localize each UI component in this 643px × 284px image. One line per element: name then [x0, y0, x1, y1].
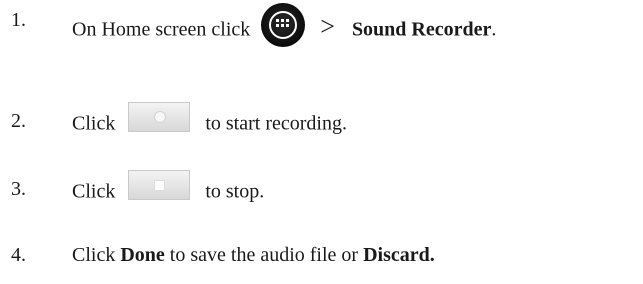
step-number: 1. [11, 9, 26, 31]
step-target: Sound Recorder [351, 18, 492, 41]
record-button-icon [128, 102, 191, 132]
step-prefix: Click [72, 112, 116, 135]
step-number: 2. [11, 110, 26, 132]
stop-button-icon [128, 170, 191, 200]
step-prefix: Click [72, 244, 116, 266]
step-suffix: . [491, 18, 497, 41]
step-text: On Home screen click > Sound Recorder. [72, 3, 497, 53]
step-number: 4. [11, 244, 26, 266]
apps-icon [261, 3, 306, 47]
done-term: Done [120, 244, 165, 266]
step-suffix: to stop. [205, 180, 265, 203]
step-number: 3. [11, 178, 26, 200]
discard-term: Discard. [363, 244, 435, 266]
step-suffix: to start recording. [205, 112, 347, 135]
step-prefix: On Home screen click [72, 18, 251, 41]
apps-dots-icon [276, 19, 290, 31]
record-dot-icon [154, 111, 167, 123]
step-text: Click Done to save the audio file or Dis… [72, 244, 435, 267]
step-text: Click to start recording. [72, 102, 347, 140]
step-text: Click to stop. [72, 170, 265, 208]
step-middle: to save the audio file or [169, 244, 359, 266]
chevron-separator: > [320, 11, 335, 41]
stop-square-icon [154, 180, 166, 191]
step-prefix: Click [72, 180, 116, 203]
